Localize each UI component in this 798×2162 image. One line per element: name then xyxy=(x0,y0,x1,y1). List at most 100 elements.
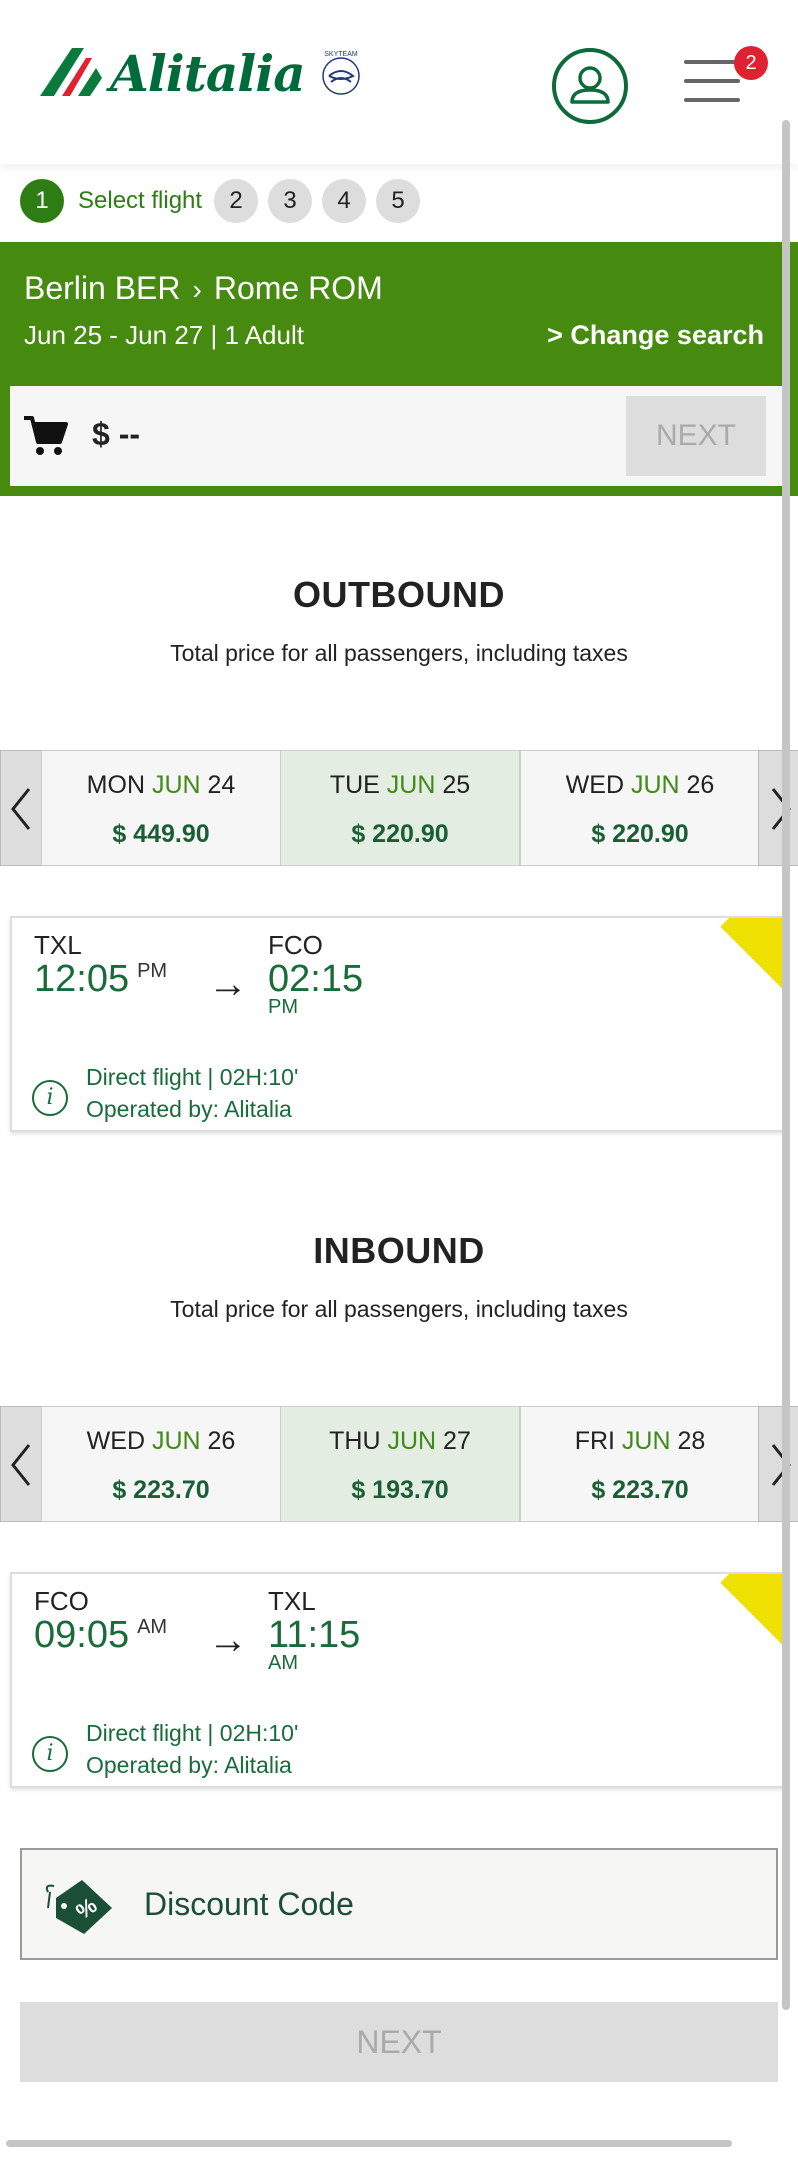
inbound-flight-card[interactable]: FCO 09:05 AM → TXL 11:15 AM i Direct flig… xyxy=(10,1572,786,1788)
passenger-count: | 1 Adult xyxy=(203,320,304,350)
cart-bar: $ -- NEXT xyxy=(10,386,786,486)
step-1-label: Select flight xyxy=(78,187,203,214)
svg-text:SKYTEAM: SKYTEAM xyxy=(324,51,358,58)
step-1[interactable]: 1 xyxy=(20,179,64,223)
flight-operator: Operated by: Alitalia xyxy=(86,1752,292,1778)
date-price: $ 223.70 xyxy=(591,1476,689,1504)
menu-line xyxy=(684,79,740,83)
date-option[interactable]: FRI JUN 28 $ 223.70 xyxy=(520,1406,760,1522)
outbound-subtitle: Total price for all passengers, includin… xyxy=(170,640,628,666)
arrival-ampm: AM xyxy=(268,1652,298,1674)
cart-icon xyxy=(24,416,68,455)
date-month-2: - Jun xyxy=(102,320,175,350)
date-day-1: 25 xyxy=(73,320,103,350)
month: JUN xyxy=(630,771,680,799)
day-of-week: TUE xyxy=(329,771,380,799)
step-5[interactable]: 5 xyxy=(376,179,421,223)
date-price: $ 220.90 xyxy=(351,820,449,848)
flight-duration: Direct flight | 02H:10' xyxy=(86,1064,299,1090)
arrival-time: 11:15 xyxy=(268,1614,361,1656)
chevron-right-icon: > xyxy=(547,320,571,350)
info-icon[interactable]: i xyxy=(32,1736,68,1772)
arrival-time: 02:15 xyxy=(268,958,364,1000)
arrival-airport: TXL xyxy=(268,1586,316,1616)
travel-dates: Jun 25 - Jun 27 | 1 Adult xyxy=(24,320,304,351)
departure-time: 12:05 PM xyxy=(34,958,167,1001)
next-button-bottom[interactable]: NEXT xyxy=(20,2002,778,2082)
chevron-right-icon: › xyxy=(192,274,202,305)
inbound-date-carousel: WED JUN 26 $ 223.70 THU JUN 27 $ 193.70 … xyxy=(0,1406,798,1522)
step-3[interactable]: 3 xyxy=(268,179,313,223)
discount-code-label: Discount Code xyxy=(144,1886,354,1922)
date-option-selected[interactable]: THU JUN 27 $ 193.70 xyxy=(280,1406,520,1522)
change-search-label: Change search xyxy=(570,320,764,350)
date-month-1: Jun xyxy=(24,320,74,350)
month: JUN xyxy=(621,1427,671,1455)
date-price: $ 449.90 xyxy=(112,820,210,848)
date-option[interactable]: MON JUN 24 $ 449.90 xyxy=(41,750,281,866)
next-date-button[interactable] xyxy=(758,750,798,866)
booking-steps: 1 Select flight 2 3 4 5 xyxy=(20,178,430,224)
arrow-right-icon: → xyxy=(208,1618,248,1662)
arrival-airport: FCO xyxy=(268,930,323,960)
total-price: $ -- xyxy=(92,416,140,452)
user-account-button[interactable] xyxy=(552,48,628,124)
notification-badge: 2 xyxy=(734,46,768,80)
logo-wordmark: Alitalia xyxy=(110,44,306,103)
step-2[interactable]: 2 xyxy=(214,179,259,223)
month: JUN xyxy=(387,1427,437,1455)
info-icon[interactable]: i xyxy=(32,1080,68,1116)
skyteam-icon: SKYTEAM xyxy=(321,51,360,95)
day-of-week: FRI xyxy=(574,1427,615,1455)
departure-ampm: AM xyxy=(137,1616,168,1638)
menu-line xyxy=(684,98,740,102)
date-option[interactable]: WED JUN 26 $ 220.90 xyxy=(520,750,760,866)
month: JUN xyxy=(386,771,436,799)
day-number: 26 xyxy=(207,1427,236,1455)
outbound-title: OUTBOUND xyxy=(293,574,505,615)
next-date-button[interactable] xyxy=(758,1406,798,1522)
chevron-left-icon xyxy=(11,788,31,830)
date-price: $ 223.70 xyxy=(112,1476,210,1504)
horizontal-scrollbar[interactable] xyxy=(6,2140,732,2147)
inbound-title: INBOUND xyxy=(313,1230,485,1271)
next-button-top[interactable]: NEXT xyxy=(626,396,766,476)
app-header: Alitalia SKYTEAM 2 xyxy=(0,0,798,164)
day-of-week: WED xyxy=(565,771,624,799)
departure-time: 09:05 AM xyxy=(34,1614,167,1657)
departure-airport: TXL xyxy=(34,930,82,960)
alitalia-logo[interactable]: Alitalia SKYTEAM xyxy=(40,44,363,103)
month: JUN xyxy=(151,771,201,799)
prev-date-button[interactable] xyxy=(0,1406,42,1522)
month: JUN xyxy=(151,1427,201,1455)
departure-ampm: PM xyxy=(137,960,168,982)
chevron-left-icon xyxy=(11,1444,31,1486)
arrow-right-icon: → xyxy=(208,962,248,1006)
discount-code-button[interactable]: % Discount Code xyxy=(20,1848,778,1960)
step-4[interactable]: 4 xyxy=(322,179,367,223)
inbound-subtitle: Total price for all passengers, includin… xyxy=(170,1296,628,1322)
departure-time-value: 12:05 xyxy=(34,958,130,1000)
change-search-link[interactable]: > Change search xyxy=(547,320,764,351)
day-number: 26 xyxy=(686,771,715,799)
day-of-week: MON xyxy=(86,771,145,799)
user-icon xyxy=(570,66,610,104)
alitalia-logo-mark-icon xyxy=(40,47,102,96)
flight-operator: Operated by: Alitalia xyxy=(86,1096,292,1122)
day-number: 25 xyxy=(442,771,471,799)
arrival-ampm: PM xyxy=(268,996,298,1018)
ribbon-corner xyxy=(720,918,784,1012)
origin: Berlin BER xyxy=(24,270,181,306)
date-option[interactable]: WED JUN 26 $ 223.70 xyxy=(41,1406,281,1522)
prev-date-button[interactable] xyxy=(0,750,42,866)
departure-airport: FCO xyxy=(34,1586,89,1616)
day-number: 28 xyxy=(677,1427,706,1455)
menu-button[interactable] xyxy=(684,60,740,106)
outbound-date-carousel: MON JUN 24 $ 449.90 TUE JUN 25 $ 220.90 … xyxy=(0,750,798,866)
vertical-scrollbar[interactable] xyxy=(782,120,790,2010)
outbound-flight-card[interactable]: TXL 12:05 PM → FCO 02:15 PM i Direct flig… xyxy=(10,916,786,1132)
day-number: 24 xyxy=(207,771,236,799)
chevron-right-icon xyxy=(771,1444,791,1486)
chevron-right-icon xyxy=(771,788,791,830)
date-option-selected[interactable]: TUE JUN 25 $ 220.90 xyxy=(280,750,520,866)
